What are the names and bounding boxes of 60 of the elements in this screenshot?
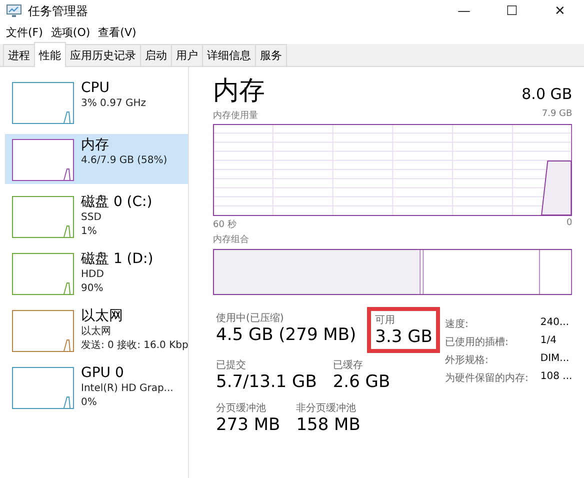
menu-item[interactable]: 查看(V)	[98, 24, 136, 40]
stat-value: 2.6 GB	[332, 372, 390, 392]
stat-value: 5.7/13.1 GB	[216, 372, 317, 392]
item-detail: 发送: 0 接收: 16.0 Kbp	[81, 339, 188, 353]
item-detail: 1%	[81, 225, 98, 239]
stat-label: 非分页缓冲池	[296, 402, 358, 415]
stat-value: 158 MB	[296, 415, 360, 435]
monitor-icon	[6, 4, 22, 18]
detail-value: 240...	[540, 317, 570, 330]
stat-value: 4.5 GB (279 MB)	[216, 325, 356, 345]
stat-label: 已提交	[216, 358, 247, 372]
stat-label: 已缓存	[332, 358, 364, 372]
axis-label: 60 秒	[213, 218, 236, 231]
detail-label: 速度:	[445, 318, 470, 331]
item-title: 以太网	[81, 308, 124, 325]
window-title: 任务管理器	[28, 2, 89, 20]
item-detail: 0%	[81, 396, 98, 410]
detail-label: 为硬件保留的内存:	[445, 372, 528, 385]
maximize-button[interactable]: ☐	[488, 4, 536, 18]
item-detail: SSD	[81, 211, 102, 225]
item-title: CPU	[81, 80, 110, 97]
item-detail: HDD	[81, 268, 105, 282]
chart-label: 内存组合	[213, 234, 249, 246]
total-memory: 8.0 GB	[522, 85, 572, 105]
sidebar-item[interactable]: CPU 3% 0.97 GHz	[5, 77, 188, 127]
axis-label: 0	[566, 218, 572, 230]
chart-max: 7.9 GB	[542, 109, 572, 121]
tab[interactable]: 服务	[255, 44, 287, 66]
stat-label: 使用中(已压缩)	[216, 312, 285, 325]
minimize-button[interactable]: —	[440, 4, 488, 18]
item-detail: 4.6/7.9 GB (58%)	[81, 154, 168, 168]
stat-value: 273 MB	[216, 415, 280, 435]
detail-label: 外形规格:	[445, 354, 490, 367]
stat-value: 3.3 GB	[375, 327, 432, 347]
item-detail: 3% 0.97 GHz	[81, 97, 146, 111]
detail-value: DIM...	[540, 353, 570, 366]
item-title: GPU 0	[81, 365, 125, 382]
sidebar-item[interactable]: 以太网 以太网 发送: 0 接收: 16.0 Kbp	[5, 305, 188, 355]
tab[interactable]: 进程	[3, 44, 35, 66]
menu-item[interactable]: 选项(O)	[50, 24, 90, 40]
item-detail: 90%	[81, 282, 104, 296]
menu-item[interactable]: 文件(F)	[6, 24, 43, 40]
item-title: 内存	[81, 137, 110, 154]
panel-title: 内存	[213, 75, 265, 107]
chart-label: 内存使用量	[213, 110, 258, 122]
detail-value: 108 ...	[540, 371, 572, 384]
stat-label: 可用	[375, 314, 396, 327]
sidebar-item[interactable]: GPU 0 Intel(R) HD Grap... 0%	[5, 362, 188, 412]
item-title: 磁盘 0 (C:)	[81, 194, 152, 211]
stat-label: 分页缓冲池	[216, 402, 267, 415]
item-detail: Intel(R) HD Grap...	[81, 382, 174, 396]
sidebar-item[interactable]: 磁盘 1 (D:) HDD 90%	[5, 248, 188, 298]
sidebar-item[interactable]: 磁盘 0 (C:) SSD 1%	[5, 191, 188, 241]
item-detail: 以太网	[81, 325, 112, 339]
tab[interactable]: 性能	[34, 42, 66, 67]
sidebar-item[interactable]: 内存 4.6/7.9 GB (58%)	[5, 134, 188, 184]
item-title: 磁盘 1 (D:)	[81, 251, 154, 268]
detail-label: 已使用的插槽:	[445, 336, 510, 349]
detail-value: 1/4	[540, 335, 558, 348]
close-button[interactable]: ✕	[536, 4, 584, 18]
